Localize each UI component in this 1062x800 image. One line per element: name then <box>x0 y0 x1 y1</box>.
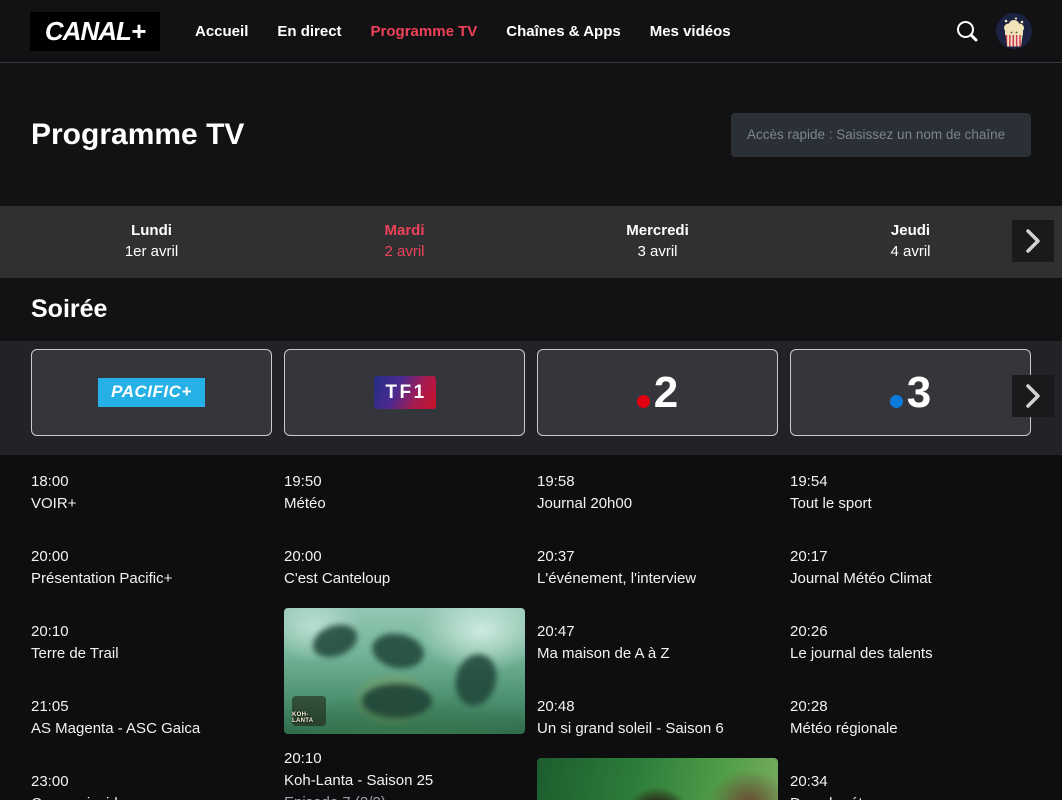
program-col-france-3: 19:54 Tout le sport 20:17 Journal Météo … <box>790 471 1031 800</box>
search-icon[interactable] <box>952 16 982 46</box>
nav-item-accueil[interactable]: Accueil <box>195 23 248 40</box>
canal-plus-logo[interactable]: CANAL+ <box>30 12 160 51</box>
pacific-plus-logo: PACIFIC+ <box>98 378 205 407</box>
program-entry[interactable]: 20:47 Ma maison de A à Z <box>537 621 778 665</box>
next-channels-button[interactable] <box>1012 375 1054 417</box>
program-entry[interactable]: 20:17 Journal Météo Climat <box>790 546 1031 590</box>
program-entry[interactable]: 21:05 AS Magenta - ASC Gaica <box>31 696 272 740</box>
page-header: Programme TV <box>0 63 1062 206</box>
program-entry[interactable]: 20:10 Terre de Trail <box>31 621 272 665</box>
top-nav: CANAL+ Accueil En direct Programme TV Ch… <box>0 0 1062 63</box>
net-silhouette <box>362 684 432 718</box>
nav-right <box>952 13 1032 49</box>
program-entry[interactable]: 20:48 Un si grand soleil - Saison 6 <box>537 696 778 740</box>
program-entry[interactable]: 20:26 Le journal des talents <box>790 621 1031 665</box>
program-entry[interactable]: 20:37 L'événement, l'interview <box>537 546 778 590</box>
program-entry[interactable]: 19:50 Météo <box>284 471 525 515</box>
chevron-right-icon <box>1024 228 1042 254</box>
france-2-red-dot-icon <box>637 395 650 408</box>
channel-card-pacific-plus[interactable]: PACIFIC+ <box>31 349 272 436</box>
next-days-button[interactable] <box>1012 220 1054 262</box>
channel-card-france-3[interactable]: 3 <box>790 349 1031 436</box>
chevron-right-icon <box>1024 383 1042 409</box>
section-head: Soirée <box>0 278 1062 341</box>
day-mardi-selected[interactable]: Mardi 2 avril <box>278 206 531 278</box>
nav-item-mes-videos[interactable]: Mes vidéos <box>650 23 731 40</box>
program-entry[interactable]: 19:58 Journal 20h00 <box>537 471 778 515</box>
program-col-tf1: 19:50 Météo 20:00 C'est Canteloup KOH-LA… <box>284 471 525 800</box>
program-thumbnail-un-si-grand-soleil[interactable] <box>537 758 778 800</box>
france-2-logo: 2 <box>637 371 678 415</box>
day-selector: Lundi 1er avril Mardi 2 avril Mercredi 3… <box>0 206 1062 278</box>
program-col-pacific-plus: 18:00 VOIR+ 20:00 Présentation Pacific+ … <box>31 471 272 800</box>
day-lundi[interactable]: Lundi 1er avril <box>25 206 278 278</box>
program-thumbnail-koh-lanta[interactable]: KOH-LANTA <box>284 608 525 734</box>
diver-silhouette <box>450 650 502 711</box>
diver-silhouette <box>308 619 361 663</box>
main-menu: Accueil En direct Programme TV Chaînes &… <box>195 23 731 40</box>
diver-silhouette <box>369 630 426 673</box>
page-title: Programme TV <box>31 118 244 152</box>
program-col-france-2: 19:58 Journal 20h00 20:37 L'événement, l… <box>537 471 778 800</box>
france-3-logo: 3 <box>890 371 931 415</box>
channel-quick-search-input[interactable] <box>731 113 1031 157</box>
channel-strip: PACIFIC+ TF1 2 3 <box>0 341 1062 455</box>
nav-item-chaines-apps[interactable]: Chaînes & Apps <box>506 23 620 40</box>
channel-card-tf1[interactable]: TF1 <box>284 349 525 436</box>
section-title-soiree: Soirée <box>31 295 107 324</box>
program-grid: 18:00 VOIR+ 20:00 Présentation Pacific+ … <box>0 455 1062 800</box>
france-3-blue-dot-icon <box>890 395 903 408</box>
program-entry[interactable]: 18:00 VOIR+ <box>31 471 272 515</box>
channel-card-france-2[interactable]: 2 <box>537 349 778 436</box>
program-entry[interactable]: 23:00 Cagous inside <box>31 771 272 800</box>
profile-avatar-popcorn[interactable] <box>996 13 1032 49</box>
program-entry[interactable]: 20:00 Présentation Pacific+ <box>31 546 272 590</box>
tf1-logo: TF1 <box>374 376 436 409</box>
program-entry[interactable]: 20:10 Koh-Lanta - Saison 25 Episode 7 (2… <box>284 748 525 800</box>
nav-item-en-direct[interactable]: En direct <box>277 23 341 40</box>
koh-lanta-logo: KOH-LANTA <box>292 696 326 726</box>
day-jeudi[interactable]: Jeudi 4 avril <box>784 206 1037 278</box>
program-entry[interactable]: 19:54 Tout le sport <box>790 471 1031 515</box>
day-mercredi[interactable]: Mercredi 3 avril <box>531 206 784 278</box>
program-entry[interactable]: 20:00 C'est Canteloup <box>284 546 525 590</box>
program-entry[interactable]: 20:34 Dans le rétro <box>790 771 1031 800</box>
nav-item-programme-tv[interactable]: Programme TV <box>371 23 478 40</box>
program-entry[interactable]: 20:28 Météo régionale <box>790 696 1031 740</box>
